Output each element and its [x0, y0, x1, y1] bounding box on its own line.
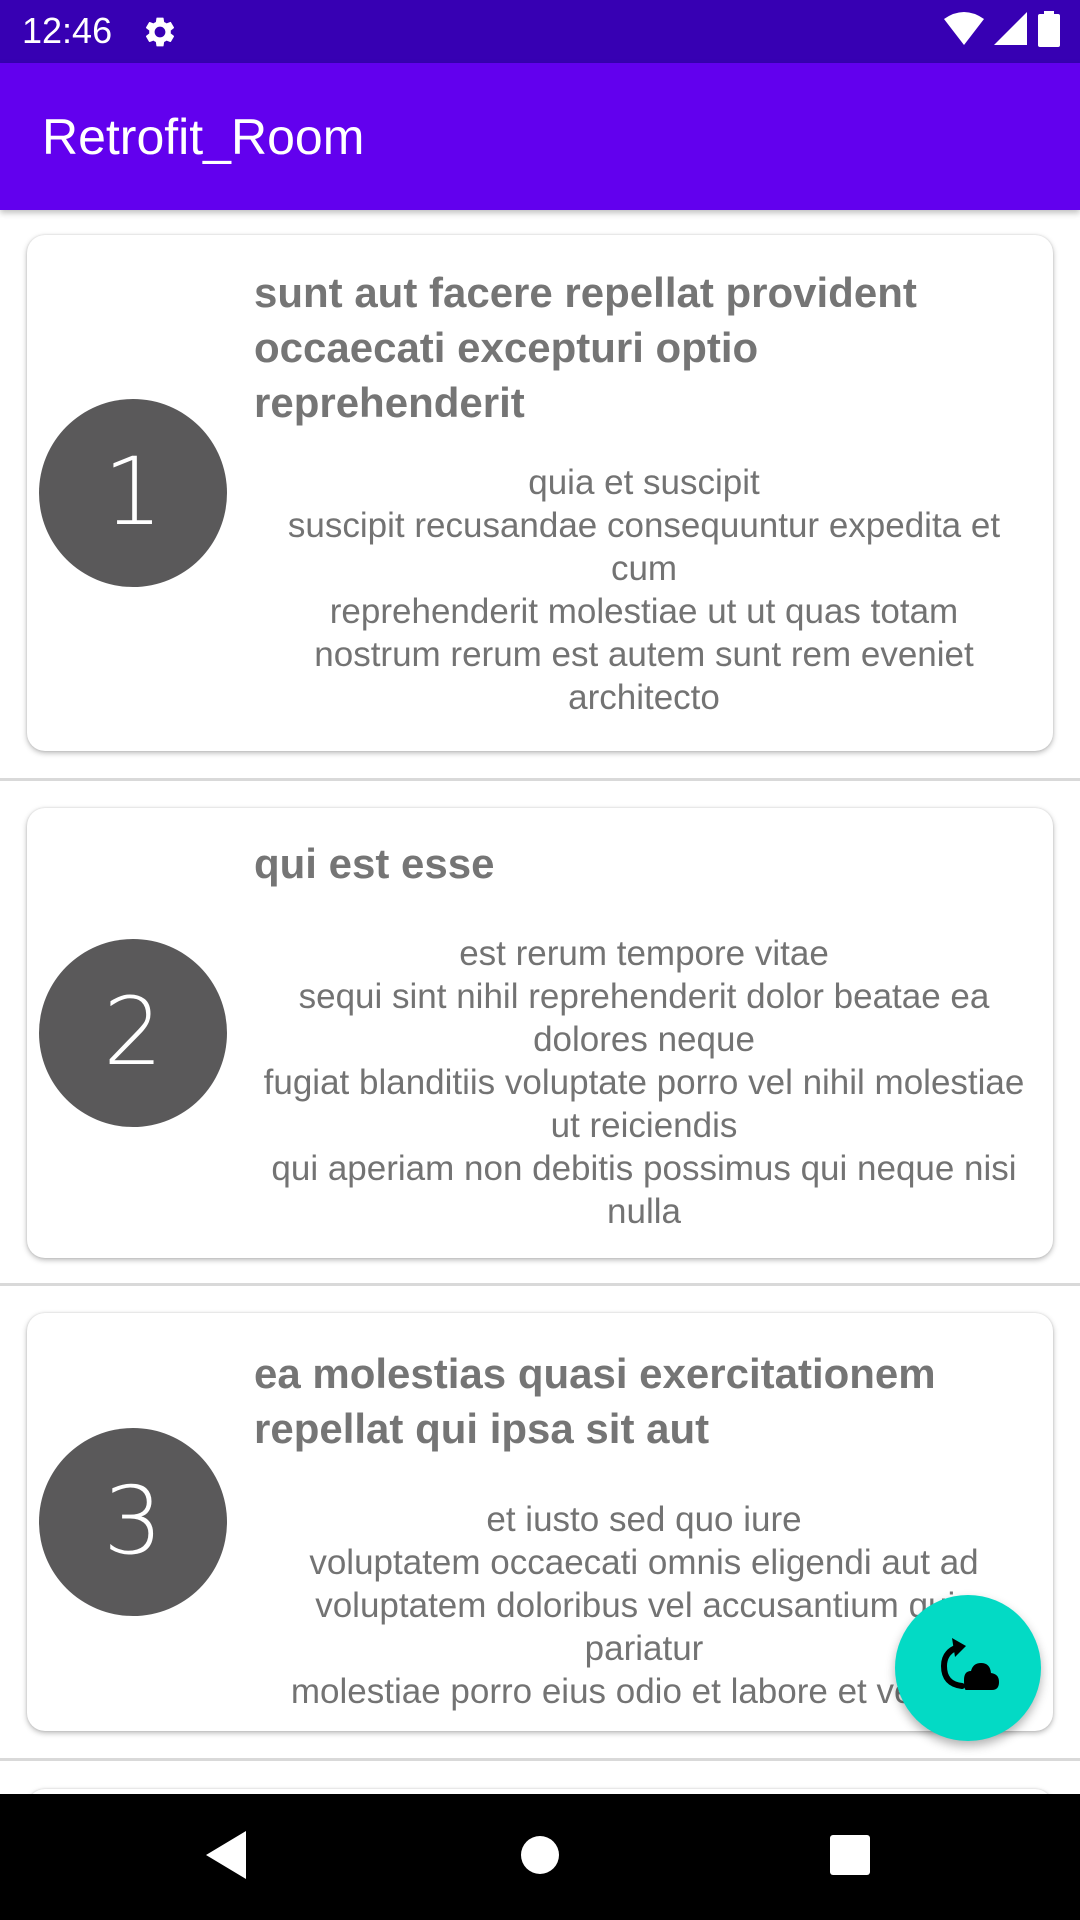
- wifi-icon: [944, 11, 984, 51]
- post-title: ea molestias quasi exercitationem repell…: [254, 1350, 936, 1452]
- list-item[interactable]: 2 qui est esse est rerum tempore vitae s…: [0, 781, 1080, 1286]
- post-body: quia et suscipit suscipit recusandae con…: [287, 463, 1001, 717]
- home-icon: [518, 1833, 562, 1882]
- divider: [0, 1758, 1080, 1761]
- cloud-sync-icon: [936, 1637, 1000, 1699]
- navigation-bar: [0, 1794, 1080, 1920]
- status-time: 12:46: [22, 10, 113, 51]
- back-icon: [202, 1829, 250, 1886]
- post-card[interactable]: 1 sunt aut facere repellat provident occ…: [27, 235, 1053, 751]
- app-title: Retrofit_Room: [42, 109, 365, 165]
- gear-icon: [142, 14, 178, 50]
- post-body: est rerum tempore vitae sequi sint nihil…: [263, 934, 1025, 1231]
- post-id-avatar: 2: [39, 939, 227, 1127]
- status-bar: 12:46: [0, 0, 1080, 63]
- post-title: sunt aut facere repellat provident occae…: [254, 269, 917, 426]
- status-icons: [944, 10, 1060, 52]
- app-bar: Retrofit_Room: [0, 63, 1080, 210]
- list-item[interactable]: [0, 1762, 1080, 1794]
- sync-fab[interactable]: [895, 1595, 1041, 1741]
- post-list[interactable]: 1 sunt aut facere repellat provident occ…: [0, 210, 1080, 1794]
- back-button[interactable]: [191, 1822, 261, 1892]
- screen: 12:46 Retrofit_Room 1 sunt aut facere re…: [0, 0, 1080, 1920]
- signal-icon: [994, 11, 1028, 51]
- recents-button[interactable]: [815, 1822, 885, 1892]
- recents-icon: [829, 1834, 871, 1881]
- battery-icon: [1038, 10, 1060, 52]
- post-id-avatar: 3: [39, 1428, 227, 1616]
- post-card[interactable]: 2 qui est esse est rerum tempore vitae s…: [27, 808, 1053, 1258]
- post-title: qui est esse: [254, 840, 495, 887]
- list-item[interactable]: 1 sunt aut facere repellat provident occ…: [0, 210, 1080, 781]
- home-button[interactable]: [505, 1822, 575, 1892]
- post-id-avatar: 1: [39, 399, 227, 587]
